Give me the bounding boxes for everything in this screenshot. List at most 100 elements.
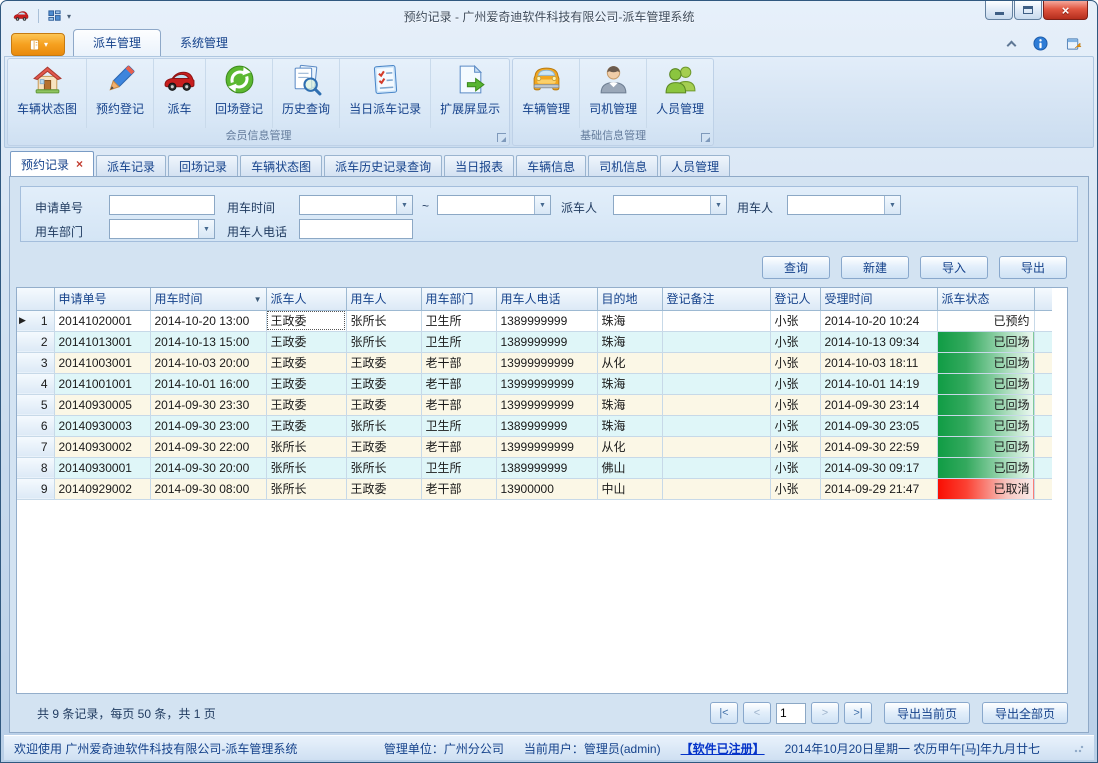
chevron-down-icon[interactable]: ▼ <box>884 196 900 214</box>
chevron-down-icon[interactable]: ▼ <box>396 196 412 214</box>
column-header-apply_no[interactable]: 申请单号 <box>54 288 150 310</box>
apply-no-input[interactable] <box>109 195 215 215</box>
cell-user[interactable]: 张所长 <box>346 331 421 352</box>
cell-registrar[interactable]: 小张 <box>770 352 820 373</box>
cell-use_time[interactable]: 2014-09-30 23:30 <box>150 394 266 415</box>
ribbon-button-车辆状态图[interactable]: 车辆状态图 <box>8 59 87 128</box>
chevron-down-icon[interactable]: ▼ <box>534 196 550 214</box>
table-row[interactable]: ▶1201410200012014-10-20 13:00王政委张所长卫生所13… <box>17 310 1052 331</box>
cell-dest[interactable]: 珠海 <box>597 373 662 394</box>
cell-registrar[interactable]: 小张 <box>770 436 820 457</box>
table-row[interactable]: 8201409300012014-09-30 20:00张所长张所长卫生所138… <box>17 457 1052 478</box>
row-selector[interactable]: ▶1 <box>17 310 54 331</box>
prev-page-button[interactable]: < <box>743 702 771 724</box>
cell-apply_no[interactable]: 20140929002 <box>54 478 150 499</box>
cell-use_time[interactable]: 2014-10-03 20:00 <box>150 352 266 373</box>
cell-status[interactable]: 已回场 <box>937 436 1034 457</box>
cell-registrar[interactable]: 小张 <box>770 457 820 478</box>
minimize-button[interactable] <box>985 1 1013 20</box>
table-row[interactable]: 3201410030012014-10-03 20:00王政委王政委老干部139… <box>17 352 1052 373</box>
cell-use_time[interactable]: 2014-09-30 22:00 <box>150 436 266 457</box>
cell-user[interactable]: 王政委 <box>346 373 421 394</box>
app-menu-button[interactable]: ▾ <box>11 33 65 56</box>
cell-phone[interactable]: 13900000 <box>496 478 597 499</box>
doc-tab-司机信息[interactable]: 司机信息 <box>588 155 658 176</box>
table-row[interactable]: 9201409290022014-09-30 08:00张所长王政委老干部139… <box>17 478 1052 499</box>
cell-use_time[interactable]: 2014-10-01 16:00 <box>150 373 266 394</box>
cell-remark[interactable] <box>662 331 770 352</box>
cell-dispatcher[interactable]: 王政委 <box>266 373 346 394</box>
column-header-user[interactable]: 用车人 <box>346 288 421 310</box>
cell-accept_time[interactable]: 2014-09-30 09:17 <box>820 457 937 478</box>
cell-use_time[interactable]: 2014-09-30 23:00 <box>150 415 266 436</box>
cell-status[interactable]: 已回场 <box>937 352 1034 373</box>
row-selector[interactable]: 9 <box>17 478 54 499</box>
cell-dispatcher[interactable]: 王政委 <box>266 331 346 352</box>
cell-registrar[interactable]: 小张 <box>770 331 820 352</box>
row-selector[interactable]: 7 <box>17 436 54 457</box>
cell-apply_no[interactable]: 20140930003 <box>54 415 150 436</box>
cell-phone[interactable]: 1389999999 <box>496 331 597 352</box>
ribbon-button-车辆管理[interactable]: 车辆管理 <box>513 59 580 128</box>
column-header-dept[interactable]: 用车部门 <box>421 288 496 310</box>
export-current-page-button[interactable]: 导出当前页 <box>884 702 970 724</box>
ribbon-button-历史查询[interactable]: 历史查询 <box>273 59 340 128</box>
cell-dept[interactable]: 老干部 <box>421 352 496 373</box>
dispatcher-combo[interactable]: ▼ <box>613 195 727 215</box>
tab-close-icon[interactable]: × <box>76 159 83 169</box>
cell-status[interactable]: 已预约 <box>937 310 1034 331</box>
cell-registrar[interactable]: 小张 <box>770 478 820 499</box>
export-all-pages-button[interactable]: 导出全部页 <box>982 702 1068 724</box>
cell-apply_no[interactable]: 20141020001 <box>54 310 150 331</box>
cell-dispatcher[interactable]: 张所长 <box>266 457 346 478</box>
cell-remark[interactable] <box>662 478 770 499</box>
grid-corner-cell[interactable] <box>17 288 54 310</box>
close-button[interactable]: × <box>1043 1 1088 20</box>
cell-registrar[interactable]: 小张 <box>770 394 820 415</box>
cell-dispatcher[interactable]: 王政委 <box>266 394 346 415</box>
cell-phone[interactable]: 13999999999 <box>496 394 597 415</box>
doc-tab-车辆状态图[interactable]: 车辆状态图 <box>240 155 322 176</box>
cell-dest[interactable]: 珠海 <box>597 394 662 415</box>
cell-user[interactable]: 张所长 <box>346 415 421 436</box>
cell-dispatcher[interactable]: 王政委 <box>266 415 346 436</box>
cell-status[interactable]: 已回场 <box>937 457 1034 478</box>
cell-dispatcher[interactable]: 张所长 <box>266 478 346 499</box>
doc-tab-回场记录[interactable]: 回场记录 <box>168 155 238 176</box>
doc-tab-车辆信息[interactable]: 车辆信息 <box>516 155 586 176</box>
license-link[interactable]: 【软件已注册】 <box>681 740 765 757</box>
cell-apply_no[interactable]: 20141001001 <box>54 373 150 394</box>
page-number-input[interactable] <box>776 703 806 724</box>
next-page-button[interactable]: > <box>811 702 839 724</box>
cell-dept[interactable]: 老干部 <box>421 436 496 457</box>
table-row[interactable]: 4201410010012014-10-01 16:00王政委王政委老干部139… <box>17 373 1052 394</box>
use-time-from-combo[interactable]: ▼ <box>299 195 413 215</box>
dept-combo[interactable]: ▼ <box>109 219 215 239</box>
last-page-button[interactable]: >| <box>844 702 872 724</box>
cell-status[interactable]: 已回场 <box>937 331 1034 352</box>
row-selector[interactable]: 6 <box>17 415 54 436</box>
doc-tab-预约记录[interactable]: 预约记录× <box>10 151 94 176</box>
column-header-dest[interactable]: 目的地 <box>597 288 662 310</box>
dialog-launcher-icon[interactable] <box>497 133 506 142</box>
ribbon-button-派车[interactable]: 派车 <box>154 59 206 128</box>
cell-status[interactable]: 已回场 <box>937 415 1034 436</box>
cell-phone[interactable]: 13999999999 <box>496 436 597 457</box>
cell-accept_time[interactable]: 2014-10-13 09:34 <box>820 331 937 352</box>
sort-arrow-icon[interactable]: ▼ <box>254 295 262 304</box>
column-header-status[interactable]: 派车状态 <box>937 288 1034 310</box>
cell-dest[interactable]: 珠海 <box>597 415 662 436</box>
cell-status[interactable]: 已回场 <box>937 373 1034 394</box>
ribbon-button-回场登记[interactable]: 回场登记 <box>206 59 273 128</box>
ribbon-button-司机管理[interactable]: 司机管理 <box>580 59 647 128</box>
ribbon-button-当日派车记录[interactable]: 当日派车记录 <box>340 59 431 128</box>
maximize-button[interactable] <box>1014 1 1042 20</box>
column-header-accept_time[interactable]: 受理时间 <box>820 288 937 310</box>
cell-registrar[interactable]: 小张 <box>770 310 820 331</box>
about-window-icon[interactable] <box>1066 36 1082 51</box>
cell-phone[interactable]: 13999999999 <box>496 352 597 373</box>
table-row[interactable]: 2201410130012014-10-13 15:00王政委张所长卫生所138… <box>17 331 1052 352</box>
ribbon-button-人员管理[interactable]: 人员管理 <box>647 59 713 128</box>
ribbon-tab-dispatch[interactable]: 派车管理 <box>73 29 161 56</box>
row-selector[interactable]: 5 <box>17 394 54 415</box>
